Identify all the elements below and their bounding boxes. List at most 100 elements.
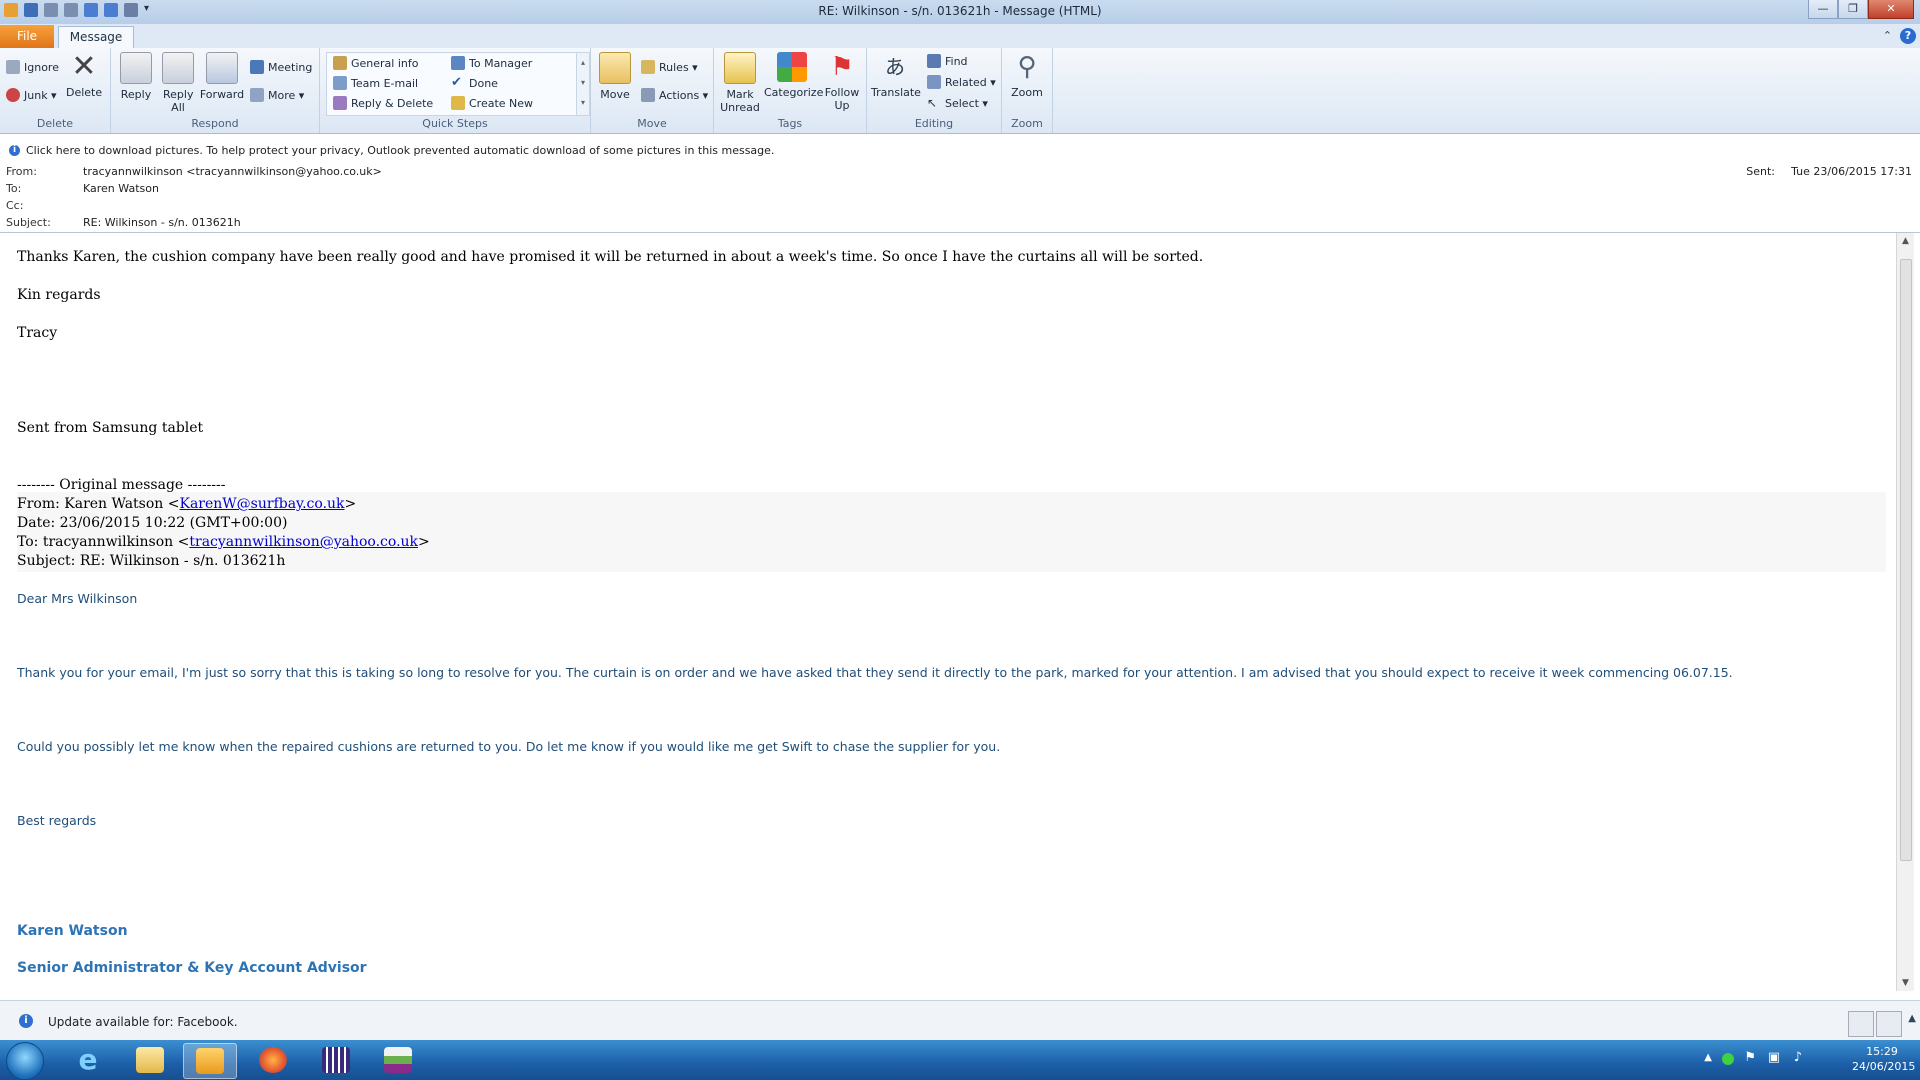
expand-people-pane-icon[interactable]: ▲: [1908, 1013, 1916, 1024]
minimize-button[interactable]: —: [1808, 0, 1838, 19]
delete-button[interactable]: ✕ Delete: [66, 52, 102, 100]
rules-icon: [641, 60, 655, 74]
move-button[interactable]: Move: [595, 52, 635, 101]
body-paragraph-1: Thank you for your email, I'm just so so…: [17, 665, 1733, 680]
taskbar-clock[interactable]: 15:29 24/06/2015: [1852, 1044, 1915, 1074]
find-label: Find: [945, 54, 968, 68]
subject-row: Subject: RE: Wilkinson - s/n. 013621h: [0, 216, 1920, 232]
signature-name: Karen Watson: [17, 923, 128, 939]
checkmark-icon: ✔: [451, 75, 462, 90]
minimize-ribbon-icon[interactable]: ⌃: [1883, 29, 1892, 42]
forward-button[interactable]: Forward: [199, 52, 245, 101]
taskbar-internet-explorer[interactable]: e: [62, 1043, 114, 1077]
taskbar-sage[interactable]: [372, 1043, 424, 1077]
volume-icon[interactable]: ♪: [1794, 1050, 1802, 1065]
categorize-label: Categorize: [764, 86, 824, 99]
quick-step-reply-delete[interactable]: Reply & Delete: [333, 96, 433, 110]
people-pane-bar: i Update available for: Facebook. ▲: [0, 1000, 1920, 1040]
original-from-prefix: From: Karen Watson <: [17, 496, 180, 512]
rules-button[interactable]: Rules ▾: [641, 60, 698, 74]
original-subject: Subject: RE: Wilkinson - s/n. 013621h: [17, 553, 286, 569]
original-to-email-link[interactable]: tracyannwilkinson@yahoo.co.uk: [189, 534, 418, 550]
translate-label: Translate: [871, 86, 921, 99]
subject-label: Subject:: [6, 216, 51, 229]
mark-unread-button[interactable]: Mark Unread: [718, 52, 762, 114]
quick-step-team-email[interactable]: Team E-mail: [333, 76, 418, 90]
junk-button[interactable]: Junk ▾: [6, 88, 57, 102]
body-greeting: Dear Mrs Wilkinson: [17, 591, 138, 606]
move-group-label: Move: [637, 117, 667, 130]
person-icon[interactable]: [1876, 1011, 1902, 1037]
more-respond-button[interactable]: More ▾: [250, 88, 304, 102]
actions-label: Actions ▾: [659, 88, 709, 102]
folder-icon: [136, 1047, 164, 1073]
original-date: Date: 23/06/2015 10:22 (GMT+00:00): [17, 515, 288, 531]
body-vertical-scrollbar[interactable]: ▲ ▼: [1896, 233, 1914, 991]
zoom-button[interactable]: ⚲ Zoom: [1008, 52, 1046, 99]
original-from-email-link[interactable]: KarenW@surfbay.co.uk: [179, 496, 344, 512]
network-icon[interactable]: ▣: [1768, 1050, 1780, 1065]
close-button[interactable]: ✕: [1868, 0, 1914, 19]
ignore-button[interactable]: Ignore: [6, 60, 59, 74]
reply-all-button[interactable]: Reply All: [159, 52, 197, 114]
reply-label: Reply: [120, 88, 152, 101]
forward-icon: [206, 52, 238, 84]
follow-up-button[interactable]: ⚑ Follow Up: [822, 52, 862, 112]
maximize-button[interactable]: ❐: [1838, 0, 1868, 19]
meeting-button[interactable]: Meeting: [250, 60, 312, 74]
help-icon[interactable]: ?: [1900, 28, 1916, 44]
flag-icon: ⚑: [830, 52, 854, 82]
taskbar-file-explorer[interactable]: [124, 1043, 176, 1077]
quick-step-label: Reply & Delete: [351, 96, 434, 110]
person-icon[interactable]: [1848, 1011, 1874, 1037]
quick-steps-scroll[interactable]: ▴ ▾ ▾: [576, 53, 589, 115]
quick-step-general-info[interactable]: General info: [333, 56, 418, 70]
from-row: From: tracyannwilkinson <tracyannwilkins…: [0, 165, 1920, 181]
taskbar-outlook[interactable]: [183, 1043, 237, 1079]
scroll-down-arrow-icon[interactable]: ▼: [1897, 975, 1914, 991]
start-button[interactable]: [6, 1042, 44, 1080]
translate-button[interactable]: あ Translate: [871, 52, 921, 99]
quick-step-label: Create New: [469, 96, 534, 110]
message-body[interactable]: Thanks Karen, the cushion company have b…: [0, 233, 1896, 991]
window-controls: — ❐ ✕: [1808, 0, 1914, 19]
from-value[interactable]: tracyannwilkinson <tracyannwilkinson@yah…: [83, 165, 382, 178]
reply-delete-icon: [333, 96, 347, 110]
download-pictures-infobar[interactable]: i Click here to download pictures. To he…: [0, 144, 1920, 160]
clock-time: 15:29: [1866, 1045, 1898, 1058]
mark-unread-label: Mark Unread: [720, 88, 760, 114]
taskbar-calculator-app[interactable]: [310, 1043, 362, 1077]
zoom-group-label: Zoom: [1011, 117, 1043, 130]
quick-step-create-new[interactable]: Create New: [451, 96, 533, 110]
tab-file[interactable]: File: [0, 25, 54, 48]
mark-unread-icon: [724, 52, 756, 84]
scroll-up-arrow-icon[interactable]: ▲: [1897, 233, 1914, 249]
categorize-button[interactable]: Categorize: [764, 52, 824, 99]
taskbar-firefox[interactable]: [247, 1043, 299, 1077]
info-icon: i: [9, 145, 20, 156]
action-center-flag-icon[interactable]: ⚑: [1744, 1050, 1756, 1065]
people-pane-update-text[interactable]: Update available for: Facebook.: [48, 1015, 238, 1029]
move-group: Move Rules ▾ Actions ▾ Move: [591, 48, 714, 133]
ribbon: Ignore Junk ▾ ✕ Delete Delete Reply Repl…: [0, 48, 1920, 134]
related-button[interactable]: Related ▾: [927, 75, 996, 89]
original-from-suffix: >: [344, 496, 357, 512]
show-hidden-icons-icon[interactable]: ▲: [1704, 1052, 1712, 1063]
scroll-thumb[interactable]: [1900, 259, 1912, 861]
quick-steps-group-label: Quick Steps: [422, 117, 488, 130]
to-value[interactable]: Karen Watson: [83, 182, 159, 195]
status-icon[interactable]: [1722, 1053, 1734, 1065]
more-icon: [250, 88, 264, 102]
quick-step-to-manager[interactable]: To Manager: [451, 56, 532, 70]
to-row: To: Karen Watson: [0, 182, 1920, 198]
firefox-icon: [259, 1047, 287, 1073]
reply-button[interactable]: Reply: [117, 52, 155, 101]
select-button[interactable]: ↖ Select ▾: [927, 96, 988, 110]
respond-group: Reply Reply All Forward Meeting More ▾ R…: [111, 48, 320, 133]
quick-step-done[interactable]: ✔ Done: [451, 76, 498, 90]
cursor-icon: ↖: [927, 96, 938, 110]
actions-button[interactable]: Actions ▾: [641, 88, 708, 102]
tab-message[interactable]: Message: [58, 26, 134, 49]
windows-taskbar: e ▲ ⚑ ▣ ♪ 15:29 24/06/2015: [0, 1040, 1920, 1080]
find-button[interactable]: Find: [927, 54, 968, 68]
